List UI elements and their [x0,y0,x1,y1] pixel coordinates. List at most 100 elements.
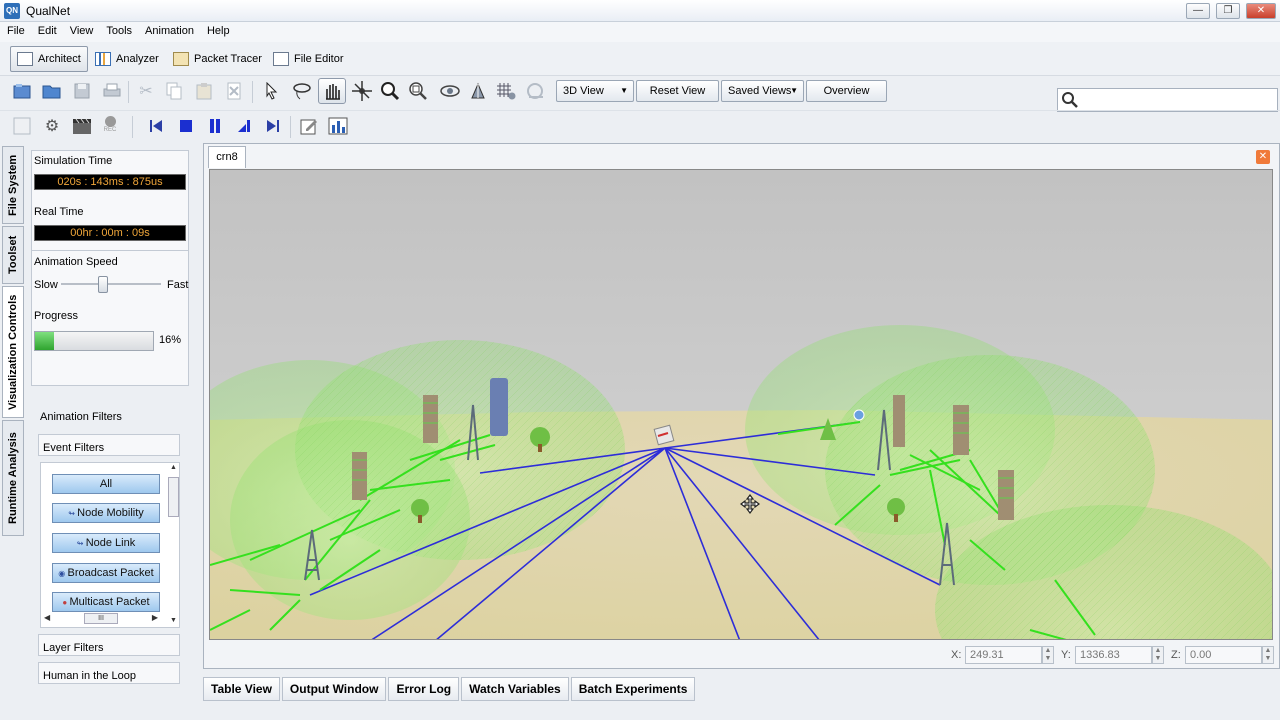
tab-file-system[interactable]: File System [2,146,24,224]
terrain-tool-icon[interactable] [466,78,490,104]
tab-output-window[interactable]: Output Window [281,677,387,701]
menu-tools[interactable]: Tools [99,22,138,37]
visualization-controls-panel: Simulation Time 020s : 143ms : 875us Rea… [28,142,198,698]
rotate-3d-icon[interactable] [350,78,374,104]
clapperboard-icon[interactable] [70,113,94,139]
view-mode-value: 3D View [563,85,604,97]
filter-all-button[interactable]: All [52,474,160,494]
event-filters-label: Event Filters [43,442,105,454]
overview-button[interactable]: Overview [806,80,887,102]
filter-node-mobility-button[interactable]: ↬ Node Mobility [52,503,160,523]
zoom-icon[interactable] [378,78,402,104]
animation-speed-slider[interactable] [98,276,108,293]
record-icon [104,115,116,127]
close-scenario-icon[interactable]: ✕ [1256,150,1270,164]
cut-icon[interactable]: ✂ [134,78,158,104]
human-in-loop-header[interactable]: Human in the Loop [38,662,180,684]
new-scenario-icon[interactable] [10,78,34,104]
architect-icon [17,52,33,66]
scroll-down-icon[interactable]: ▼ [168,617,179,624]
menu-view[interactable]: View [63,22,100,37]
tab-runtime-analysis[interactable]: Runtime Analysis [2,420,24,536]
orbit-view-icon[interactable] [438,78,462,104]
mode-architect-button[interactable]: Architect [10,46,88,72]
tab-error-log[interactable]: Error Log [388,677,460,701]
settings-gear-icon[interactable]: ⚙ [40,113,64,139]
filter-node-link-button[interactable]: ↬ Node Link [52,533,160,553]
layer-filters-header[interactable]: Layer Filters [38,634,180,656]
filters-horizontal-scrollbar[interactable]: ◀ III ▶ [42,613,160,625]
mode-bar: Architect Analyzer Packet Tracer File Ed… [0,42,1280,112]
step-icon[interactable] [232,113,256,139]
export-icon[interactable] [10,113,34,139]
side-tab-strip: File System Toolset Visualization Contro… [0,142,26,542]
y-coord-spinner[interactable]: ▲ ▼ [1152,646,1164,664]
print-icon[interactable] [100,78,124,104]
simulation-toolbar: ⚙ REC [0,110,1280,140]
maximize-button[interactable]: ❐ [1216,3,1240,19]
file-editor-icon [273,52,289,66]
x-coord-field[interactable]: 249.31 [965,646,1042,664]
event-filters-header[interactable]: Event Filters [38,434,180,456]
close-window-button[interactable]: ✕ [1246,3,1276,19]
menu-file[interactable]: File [0,22,31,37]
tab-watch-variables[interactable]: Watch Variables [461,677,569,701]
record-button[interactable]: REC [98,111,122,137]
scroll-up-icon[interactable]: ▲ [168,464,179,471]
skip-to-start-icon[interactable] [144,113,168,139]
minimize-button[interactable]: — [1186,3,1210,19]
reset-view-button[interactable]: Reset View [636,80,719,102]
mode-packet-tracer-button[interactable]: Packet Tracer [166,46,269,72]
save-icon[interactable] [70,78,94,104]
animation-speed-label: Animation Speed [34,256,118,268]
pan-hand-icon[interactable] [318,78,346,104]
scroll-left-icon[interactable]: ◀ [44,613,50,622]
skip-to-end-icon[interactable] [261,113,285,139]
chevron-down-icon: ▼ [790,86,798,95]
pause-icon[interactable] [203,113,227,139]
mode-file-editor-label: File Editor [294,53,344,65]
3d-scenario-canvas[interactable] [209,169,1273,640]
filter-broadcast-packet-button[interactable]: ◉ Broadcast Packet [52,563,160,583]
mode-analyzer-button[interactable]: Analyzer [88,46,166,72]
tab-table-view[interactable]: Table View [203,677,280,701]
statistics-chart-icon[interactable] [326,113,350,139]
paste-icon[interactable] [192,78,216,104]
y-coord-label: Y: [1061,649,1071,661]
animation-filters-label: Animation Filters [40,411,122,423]
select-pointer-icon[interactable] [260,78,284,104]
speed-fast-label: Fast [167,279,189,291]
filter-multicast-packet-button[interactable]: ● Multicast Packet [52,592,160,612]
x-coord-spinner[interactable]: ▲ ▼ [1042,646,1054,664]
progress-fill [35,332,54,350]
filters-vertical-scrollbar[interactable]: ▲ ▼ [168,464,179,624]
mode-file-editor-button[interactable]: File Editor [266,46,351,72]
scenario-tab[interactable]: crn8 [208,146,246,168]
zoom-to-fit-icon[interactable] [406,78,430,104]
z-coord-field[interactable]: 0.00 [1185,646,1262,664]
menu-animation[interactable]: Animation [138,22,200,37]
h-scroll-thumb[interactable]: III [84,613,118,624]
open-folder-icon[interactable] [40,78,64,104]
reset-camera-icon[interactable] [524,78,548,104]
scroll-right-icon[interactable]: ▶ [152,613,158,622]
tab-batch-experiments[interactable]: Batch Experiments [570,677,696,701]
saved-views-dropdown[interactable]: Saved Views ▼ [721,80,804,102]
simulation-time-label: Simulation Time [34,155,113,167]
node-link-icon: ↬ [76,539,86,548]
tab-toolset[interactable]: Toolset [2,226,24,284]
window-title: QualNet [26,4,71,18]
menu-edit[interactable]: Edit [31,22,63,37]
lasso-select-icon[interactable] [290,78,314,104]
view-mode-select[interactable]: 3D View ▼ [556,80,634,102]
stop-icon[interactable] [174,113,198,139]
delete-icon[interactable] [222,78,246,104]
y-coord-field[interactable]: 1336.83 [1075,646,1152,664]
scroll-thumb[interactable] [168,477,179,517]
z-coord-spinner[interactable]: ▲ ▼ [1262,646,1274,664]
tab-visualization-controls[interactable]: Visualization Controls [2,286,24,418]
grid-settings-icon[interactable] [494,78,518,104]
copy-icon[interactable] [162,78,186,104]
annotate-edit-icon[interactable] [297,113,321,139]
menu-help[interactable]: Help [200,22,236,37]
